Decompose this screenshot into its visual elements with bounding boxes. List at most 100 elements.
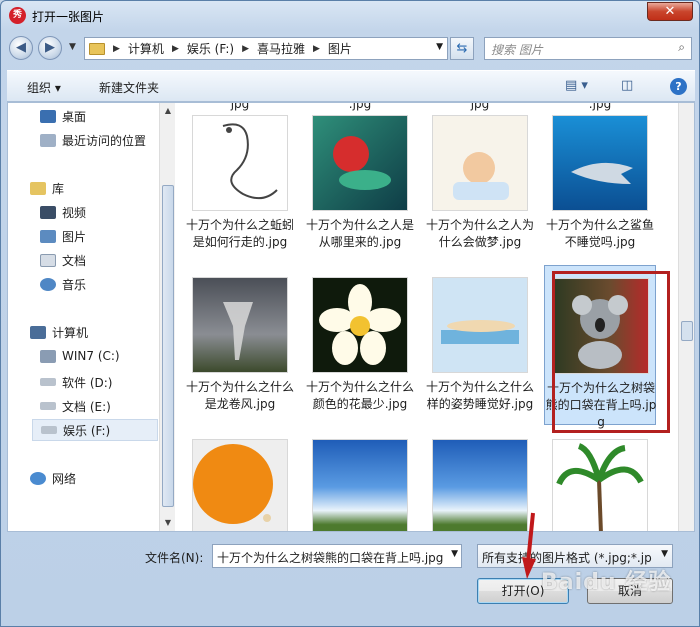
breadcrumb-drive-f[interactable]: 娱乐 (F:) bbox=[187, 40, 234, 57]
search-input[interactable]: 搜索 图片 ⌕ bbox=[484, 37, 692, 60]
organize-button[interactable]: 组织 ▾ bbox=[27, 79, 61, 96]
recent-places-icon bbox=[40, 133, 56, 147]
recent-pages-dropdown[interactable]: ▼ bbox=[69, 42, 76, 52]
filename-input[interactable]: 十万个为什么之树袋熊的口袋在背上吗.jpg ▼ bbox=[212, 544, 462, 568]
file-name: 十万个为什么之什么样的姿势睡觉好.jpg bbox=[425, 380, 534, 411]
network-icon bbox=[30, 471, 46, 485]
command-toolbar: 组织 ▾ 新建文件夹 ▤ ▾ ◫ ? bbox=[7, 70, 695, 102]
drive-icon bbox=[40, 402, 56, 410]
scroll-down-icon[interactable]: ▼ bbox=[160, 515, 176, 531]
file-thumbnail bbox=[432, 115, 528, 211]
close-button[interactable]: ✕ bbox=[647, 2, 693, 21]
file-thumbnail bbox=[552, 439, 648, 531]
file-name: 十万个为什么之人是从哪里来的.jpg bbox=[305, 218, 414, 249]
file-name: 十万个为什么之人为什么会做梦.jpg bbox=[425, 218, 534, 249]
search-placeholder: 搜索 图片 bbox=[491, 43, 543, 57]
app-logo-icon: 秀 bbox=[9, 7, 26, 24]
file-name: 十万个为什么之蚯蚓是如何行走的.jpg bbox=[185, 218, 294, 249]
sidebar-item-computer[interactable]: 计算机 bbox=[30, 321, 180, 343]
help-icon[interactable]: ? bbox=[670, 78, 687, 95]
search-icon[interactable]: ⌕ bbox=[678, 40, 685, 55]
red-arrow-annotation bbox=[522, 512, 536, 579]
forward-button[interactable]: ▶ bbox=[38, 36, 62, 60]
file-list-scroll-thumb[interactable] bbox=[681, 321, 693, 341]
file-item[interactable]: 十万个为什么之什么颜色的花最少.jpg bbox=[304, 265, 416, 425]
documents-icon bbox=[40, 253, 56, 267]
chevron-right-icon[interactable]: ▶ bbox=[242, 44, 249, 54]
breadcrumb-computer[interactable]: 计算机 bbox=[128, 40, 164, 57]
chevron-right-icon[interactable]: ▶ bbox=[113, 44, 120, 54]
back-button[interactable]: ◀ bbox=[9, 36, 33, 60]
file-list-scrollbar[interactable] bbox=[678, 103, 694, 531]
sidebar-item-network[interactable]: 网络 bbox=[30, 467, 180, 489]
file-item[interactable] bbox=[424, 427, 536, 531]
new-folder-button[interactable]: 新建文件夹 bbox=[99, 79, 159, 96]
file-thumbnail bbox=[312, 115, 408, 211]
video-icon bbox=[40, 205, 56, 219]
change-view-icon[interactable]: ▤ ▾ bbox=[565, 78, 588, 93]
file-thumbnail bbox=[192, 115, 288, 211]
file-item[interactable]: 十万个为什么之人为什么会做梦.jpg bbox=[424, 103, 536, 263]
title-bar: 秀 打开一张图片 ✕ bbox=[1, 1, 699, 31]
folder-icon bbox=[89, 42, 105, 55]
open-file-dialog: 秀 打开一张图片 ✕ ◀ ▶ ▼ ▶ 计算机 ▶ 娱乐 (F:) ▶ 喜马拉雅 … bbox=[0, 0, 700, 627]
drive-icon bbox=[41, 426, 57, 434]
window-title: 打开一张图片 bbox=[32, 10, 105, 24]
file-name: 十万个为什么之什么颜色的花最少.jpg bbox=[305, 380, 414, 411]
breadcrumb-pictures[interactable]: 图片 bbox=[328, 40, 352, 57]
address-bar[interactable]: ▶ 计算机 ▶ 娱乐 (F:) ▶ 喜马拉雅 ▶ 图片 ▼ bbox=[84, 37, 448, 60]
file-thumbnail bbox=[192, 277, 288, 373]
address-dropdown-icon[interactable]: ▼ bbox=[436, 42, 443, 52]
dreaming-child-picture bbox=[453, 152, 509, 200]
file-name: 十万个为什么之鲨鱼不睡觉吗.jpg bbox=[545, 218, 654, 249]
chevron-right-icon[interactable]: ▶ bbox=[313, 44, 320, 54]
pictures-icon bbox=[40, 229, 56, 243]
file-item[interactable]: 十万个为什么之蚯蚓是如何行走的.jpg bbox=[184, 103, 296, 263]
file-item[interactable]: 十万个为什么之什么是龙卷风.jpg bbox=[184, 265, 296, 425]
scroll-up-icon[interactable]: ▲ bbox=[160, 103, 176, 119]
sleeping-posture-picture bbox=[441, 320, 519, 344]
file-item[interactable] bbox=[184, 427, 296, 531]
library-icon bbox=[30, 181, 46, 195]
preview-pane-icon[interactable]: ◫ bbox=[621, 78, 633, 93]
file-item[interactable] bbox=[304, 427, 416, 531]
file-item[interactable]: 十万个为什么之什么样的姿势睡觉好.jpg bbox=[424, 265, 536, 425]
music-icon bbox=[40, 277, 56, 291]
file-item[interactable]: 十万个为什么之鲨鱼不睡觉吗.jpg bbox=[544, 103, 656, 263]
sidebar-item-libraries[interactable]: 库 bbox=[30, 177, 180, 199]
file-item[interactable] bbox=[544, 427, 656, 531]
tornado-picture bbox=[223, 302, 253, 360]
file-type-value: 所有支持的图片格式 (*.jpg;*.jp bbox=[482, 551, 652, 565]
file-thumbnail bbox=[432, 277, 528, 373]
forward-arrow-icon: ▶ bbox=[45, 40, 55, 55]
file-thumbnail bbox=[312, 439, 408, 531]
chevron-right-icon[interactable]: ▶ bbox=[172, 44, 179, 54]
computer-icon bbox=[30, 325, 46, 339]
sidebar-scrollbar[interactable]: ▲ ▼ bbox=[159, 103, 175, 531]
file-thumbnail bbox=[192, 439, 288, 531]
desktop-icon bbox=[40, 109, 56, 123]
file-thumbnail bbox=[432, 439, 528, 531]
file-thumbnail bbox=[312, 277, 408, 373]
filename-value: 十万个为什么之树袋熊的口袋在背上吗.jpg bbox=[217, 551, 444, 565]
filename-dropdown-icon[interactable]: ▼ bbox=[451, 549, 458, 559]
worm-drawing bbox=[222, 123, 278, 200]
file-type-dropdown-icon[interactable]: ▼ bbox=[661, 549, 668, 559]
sun-picture bbox=[193, 444, 273, 524]
breadcrumb-himalaya[interactable]: 喜马拉雅 bbox=[257, 40, 305, 57]
file-item[interactable]: 十万个为什么之人是从哪里来的.jpg bbox=[304, 103, 416, 263]
file-thumbnail bbox=[552, 115, 648, 211]
palm-tree-picture bbox=[556, 443, 644, 531]
file-name: 十万个为什么之什么是龙卷风.jpg bbox=[185, 380, 294, 411]
filename-label: 文件名(N): bbox=[145, 551, 204, 565]
sidebar-scroll-thumb[interactable] bbox=[162, 185, 174, 507]
baidu-watermark: Baidu 经验 bbox=[541, 570, 672, 595]
navigation-pane: 桌面 最近访问的位置 库 视频 图片 文档 音乐 计算机 WIN7 (C:) 软… bbox=[8, 103, 175, 531]
sidebar-item-drive-f[interactable]: 娱乐 (F:) bbox=[32, 419, 158, 441]
file-list: jpg .jpg jpg .jpg 十万个为什么之蚯蚓是如何行走的.jpg 十万… bbox=[176, 103, 678, 531]
drive-icon bbox=[40, 378, 56, 386]
refresh-button[interactable]: ⇆ bbox=[450, 37, 474, 60]
content-area: 桌面 最近访问的位置 库 视频 图片 文档 音乐 计算机 WIN7 (C:) 软… bbox=[7, 102, 695, 532]
system-drive-icon bbox=[40, 349, 56, 363]
shark-picture bbox=[571, 162, 633, 184]
